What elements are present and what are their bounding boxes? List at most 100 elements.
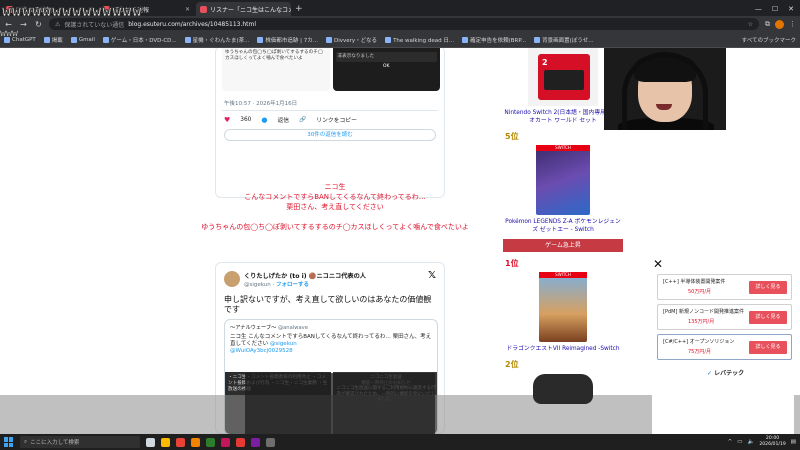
new-tab-icon[interactable]: + (295, 4, 303, 14)
extensions-icon[interactable]: ⧉ (765, 20, 770, 29)
close-window-icon[interactable]: ✕ (788, 5, 794, 13)
bookmark-item[interactable]: ゲーム・日本・DVD-CD... (102, 36, 177, 44)
switch-box-art: 2 (538, 54, 590, 100)
quote-body: ニコ生 こんなコメントですらBANしてくるなんて終わってるわ… 栗田さん、考え直… (230, 334, 432, 354)
taskbar-app-icon[interactable] (251, 437, 260, 447)
maximize-icon[interactable]: ☐ (772, 5, 778, 13)
taskbar-app-icon[interactable] (221, 437, 230, 447)
switch-tag: SWITCH (536, 145, 590, 151)
bookmark-item[interactable]: Divvery・どなる (325, 36, 377, 44)
menu-icon[interactable]: ⋮ (789, 20, 796, 28)
webcam-overlay (604, 48, 726, 130)
system-tray: ^ ▭ 🔈 20:00 2026/01/19 ▤ (728, 436, 796, 448)
bookmark-item[interactable]: Gmail (70, 36, 95, 43)
bookmark-star-icon[interactable]: ☆ (748, 21, 753, 28)
bookmark-item[interactable]: The walking dead 日... (385, 36, 454, 44)
like-count: 360 (240, 116, 252, 123)
bookmark-item[interactable]: 株価都市追跡 | 7カ... (257, 36, 318, 44)
product-image[interactable]: 2 (528, 48, 598, 106)
tweet-actions: ♥ 360 ● 返信 🔗 リンクをコピー (224, 115, 357, 125)
extensions-area: ⧉ ⋮ (765, 19, 796, 29)
product-link[interactable]: ドラゴンクエストVII Reimagined -Switch (503, 345, 623, 353)
url-input[interactable]: ⚠ 保護されていない通信 blog.esuteru.com/archives/1… (49, 18, 759, 30)
tab-3-active[interactable]: リスナー「ニコ生はこんなコメントですら ✕ (196, 2, 291, 16)
bookmark-item[interactable]: 星機・ぐわんたま(茶... (184, 36, 249, 44)
windows-taskbar: ⌕ ここに入力して検索 ^ ▭ 🔈 20:00 2026/01/19 ▤ (0, 434, 800, 450)
minimize-icon[interactable]: — (755, 5, 762, 13)
chrome-icon[interactable] (176, 437, 185, 447)
profile-avatar[interactable] (775, 19, 784, 29)
close-icon[interactable]: ✕ (653, 257, 663, 271)
switch-tag: SWITCH (539, 272, 587, 278)
bookmark-icon (462, 36, 469, 43)
windows-start-icon[interactable] (4, 437, 14, 447)
details-button[interactable]: 詳しく見る (749, 281, 787, 294)
product-image[interactable] (533, 374, 593, 404)
follow-button[interactable]: フォローする (276, 282, 309, 288)
window-controls: — ☐ ✕ (755, 5, 800, 13)
tab-label: リスナー「ニコ生はこんなコメントですら (210, 6, 291, 14)
tweet-author-name[interactable]: くりたしげたか (to i) 🟤ニコニコ代表の人 (244, 271, 366, 280)
dialog-box: 非表示なりました (335, 52, 437, 62)
tweet-image-left[interactable]: ゆうちゃんの包◯ち◯ぽ剥いてするするのチ◯カスほしくってよく噛んで食べたいよ (222, 48, 330, 91)
tweet-image-right[interactable]: 非表示なりました OK (332, 48, 440, 91)
reload-icon[interactable]: ↻ (34, 20, 43, 29)
ad-item[interactable]: [PdM] 新規ノンコード開発推進案件 135万円/月 詳しく見る (657, 304, 792, 330)
site-favicon-icon (200, 5, 207, 13)
ad-logo[interactable]: ✓ レバテック (707, 368, 744, 377)
notifications-icon[interactable]: ▤ (791, 439, 796, 445)
bookmark-item[interactable]: 掲載 (43, 36, 63, 44)
tweet-text: 申し訳ないですが、考え直して欲しいのはあなたの価値観です (224, 295, 432, 314)
read-replies-button[interactable]: 30件の返信を読む (224, 129, 436, 141)
copy-link-label[interactable]: リンクをコピー (316, 115, 357, 124)
bookmark-icon (385, 36, 392, 43)
taskbar-app-icon[interactable] (236, 437, 245, 447)
bookmark-item[interactable]: 確定申告を依頼(BRP... (462, 36, 526, 44)
bookmark-icon (70, 36, 77, 43)
volume-icon[interactable]: 🔈 (747, 439, 754, 445)
link-icon[interactable]: 🔗 (299, 117, 306, 123)
product-image[interactable]: SWITCH (539, 272, 587, 342)
ad-item[interactable]: [C++] 半導体装置開発案件 50万円/月 詳しく見る (657, 274, 792, 300)
section-header: ゲーム急上昇 (503, 239, 623, 252)
product-image[interactable]: SWITCH (536, 145, 590, 215)
bookmark-icon (102, 36, 109, 43)
security-text: 保護されていない通信 (64, 21, 125, 29)
like-icon[interactable]: ♥ (224, 116, 230, 124)
all-bookmarks-button[interactable]: すべてのブックマーク (742, 36, 796, 44)
details-button[interactable]: 詳しく見る (749, 341, 787, 354)
divider (222, 110, 438, 111)
details-button[interactable]: 詳しく見る (749, 311, 787, 324)
ghost-overlay-text (4, 70, 16, 87)
avatar[interactable] (224, 271, 240, 287)
product-link[interactable]: Pokémon LEGENDS Z-A ポケモンレジェンズ ゼットエー - Sw… (503, 218, 623, 234)
taskbar-clock[interactable]: 20:00 2026/01/19 (759, 436, 785, 448)
stream-overlay-www-small: www (0, 28, 19, 40)
dialog-ok: OK (382, 64, 390, 69)
x-logo-icon[interactable]: 𝕏 (428, 270, 436, 281)
reply-label[interactable]: 返信 (277, 115, 289, 124)
bookmark-icon (184, 36, 191, 43)
forward-icon[interactable]: → (19, 20, 28, 29)
headset-icon (622, 52, 708, 130)
stream-overlay-www: wwwwwwwwwwwwww (1, 2, 143, 21)
taskbar-app-icon[interactable] (266, 437, 275, 447)
url-text: blog.esuteru.com/archives/10485113.html (128, 20, 257, 28)
rank-label: 2位 (505, 360, 519, 369)
close-tab-icon[interactable]: ✕ (185, 6, 190, 13)
taskbar-app-icon[interactable] (146, 437, 155, 447)
reply-icon[interactable]: ● (261, 116, 267, 124)
tweet-timestamp[interactable]: 午後10:57 · 2026年1月16日 (224, 99, 297, 107)
tray-chevron-icon[interactable]: ^ (728, 439, 733, 445)
switch2-logo: 2 (542, 58, 548, 67)
file-explorer-icon[interactable] (161, 437, 170, 447)
red-quote-line: ゆうちゃんの包◯ち◯ぽ剥いてするするのチ◯カスほしくってよく噛んで食べたいよ (201, 223, 469, 231)
taskbar-search-input[interactable]: ⌕ ここに入力して検索 (20, 436, 140, 448)
ad-item[interactable]: [C#/C++] オープンソリジョン 75万円/月 詳しく見る (657, 334, 792, 360)
embedded-tweet-1: ゆうちゃんの包◯ち◯ぽ剥いてするするのチ◯カスほしくってよく噛んで食べたいよ 非… (215, 48, 445, 198)
tweet-author-handle: @sigekun · フォローする (244, 282, 310, 288)
bookmark-item[interactable]: 背景画面置(ぼうせ... (534, 36, 593, 44)
taskbar-app-icon[interactable] (206, 437, 215, 447)
network-icon[interactable]: ▭ (737, 439, 742, 445)
taskbar-app-icon[interactable] (191, 437, 200, 447)
